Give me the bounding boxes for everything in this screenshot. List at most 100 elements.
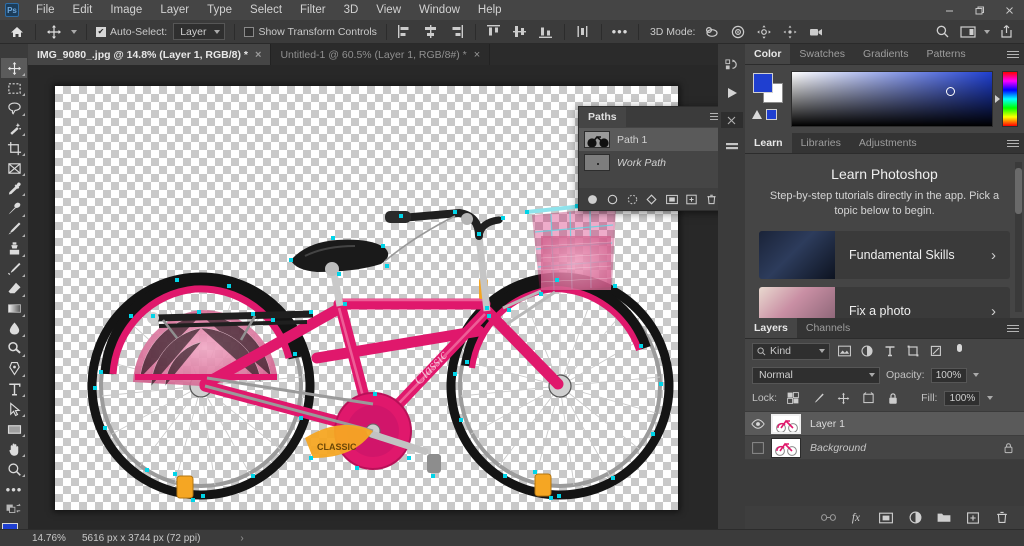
link-layers-icon[interactable] bbox=[820, 510, 836, 526]
color-swatch-group[interactable] bbox=[751, 71, 785, 127]
opacity-value[interactable]: 100% bbox=[930, 367, 967, 383]
align-horizontal-centers-icon[interactable] bbox=[418, 21, 444, 43]
menu-image[interactable]: Image bbox=[101, 0, 151, 20]
menu-file[interactable]: File bbox=[27, 0, 64, 20]
panel-menu-icon[interactable] bbox=[1007, 325, 1019, 334]
filter-type-icon[interactable] bbox=[881, 342, 899, 360]
lock-all-icon[interactable] bbox=[884, 389, 902, 407]
opacity-chevron-icon[interactable] bbox=[972, 373, 979, 377]
properties-icon[interactable] bbox=[722, 138, 742, 156]
adjustment-layer-icon[interactable] bbox=[907, 510, 923, 526]
share-icon[interactable] bbox=[993, 21, 1019, 43]
move-tool[interactable] bbox=[1, 58, 27, 79]
menu-filter[interactable]: Filter bbox=[291, 0, 335, 20]
magic-wand-tool[interactable] bbox=[1, 118, 27, 138]
eraser-tool[interactable] bbox=[1, 279, 27, 299]
workspace-icon[interactable] bbox=[955, 21, 981, 43]
blend-mode-dropdown[interactable]: Normal bbox=[752, 366, 880, 384]
tab-learn[interactable]: Learn bbox=[745, 133, 792, 153]
blur-tool[interactable] bbox=[1, 319, 27, 339]
play-icon[interactable] bbox=[722, 84, 742, 102]
auto-select-checkbox[interactable]: ✔ bbox=[96, 26, 106, 37]
panel-menu-icon[interactable] bbox=[710, 113, 718, 122]
close-icon[interactable]: × bbox=[474, 49, 480, 61]
delete-path-icon[interactable] bbox=[703, 191, 718, 207]
lock-artboard-icon[interactable] bbox=[859, 389, 877, 407]
menu-type[interactable]: Type bbox=[198, 0, 241, 20]
auto-select-target-dropdown[interactable]: Layer bbox=[173, 23, 226, 40]
menu-3d[interactable]: 3D bbox=[335, 0, 368, 20]
edit-toolbar-button[interactable]: ••• bbox=[1, 479, 27, 499]
search-icon[interactable] bbox=[929, 21, 955, 43]
history-icon[interactable] bbox=[722, 56, 742, 74]
layer-mask-icon[interactable] bbox=[878, 510, 894, 526]
tab-adjustments[interactable]: Adjustments bbox=[850, 133, 926, 153]
filter-shape-icon[interactable] bbox=[904, 342, 922, 360]
layer-style-icon[interactable]: fx bbox=[849, 510, 865, 526]
document-tab-active[interactable]: IMG_9080_.jpg @ 14.8% (Layer 1, RGB/8) *… bbox=[28, 44, 272, 65]
minimize-button[interactable] bbox=[934, 0, 964, 20]
layer-visibility-toggle[interactable] bbox=[745, 418, 771, 429]
gamut-alternate-color-swatch[interactable] bbox=[766, 109, 777, 120]
show-transform-group[interactable]: Show Transform Controls bbox=[240, 26, 380, 38]
load-selection-icon[interactable] bbox=[624, 191, 640, 207]
type-tool[interactable] bbox=[1, 379, 27, 399]
lock-image-icon[interactable] bbox=[809, 389, 827, 407]
hand-tool[interactable] bbox=[1, 439, 27, 459]
auto-select-group[interactable]: ✔ Auto-Select: Layer bbox=[92, 23, 229, 40]
path-row[interactable]: Work Path bbox=[579, 151, 718, 174]
home-icon[interactable] bbox=[4, 21, 30, 43]
fill-chevron-icon[interactable] bbox=[987, 396, 994, 400]
layer-name[interactable]: Background bbox=[801, 442, 1003, 454]
zoom-tool[interactable] bbox=[1, 459, 27, 479]
panel-menu-icon[interactable] bbox=[1007, 51, 1019, 60]
out-of-gamut-icon[interactable] bbox=[752, 110, 762, 119]
distribute-icon[interactable] bbox=[570, 21, 596, 43]
canvas-area[interactable]: Classic CLASSIC Paths Path 1 Work Path bbox=[28, 65, 718, 529]
close-icon[interactable]: × bbox=[255, 49, 261, 61]
hue-slider[interactable] bbox=[1002, 71, 1018, 127]
tab-layers[interactable]: Layers bbox=[745, 318, 797, 338]
learn-card-fix-a-photo[interactable]: Fix a photo › bbox=[759, 287, 1010, 318]
align-vertical-centers-icon[interactable] bbox=[507, 21, 533, 43]
quick-mask-toggle[interactable] bbox=[1, 499, 27, 519]
pen-tool[interactable] bbox=[1, 359, 27, 379]
more-options-button[interactable]: ••• bbox=[607, 21, 633, 43]
roll-3d-icon[interactable] bbox=[725, 21, 751, 43]
new-path-icon[interactable] bbox=[683, 191, 699, 207]
lock-position-icon[interactable] bbox=[834, 389, 852, 407]
camera-3d-icon[interactable] bbox=[803, 21, 829, 43]
filter-smart-icon[interactable] bbox=[927, 342, 945, 360]
tool-preset-chevron-icon[interactable] bbox=[67, 21, 81, 43]
crop-tool[interactable] bbox=[1, 138, 27, 158]
menu-layer[interactable]: Layer bbox=[151, 0, 198, 20]
workspace-chevron-icon[interactable] bbox=[981, 21, 993, 43]
paths-panel[interactable]: Paths Path 1 Work Path bbox=[578, 106, 718, 211]
align-left-edges-icon[interactable] bbox=[392, 21, 418, 43]
tab-swatches[interactable]: Swatches bbox=[790, 44, 854, 64]
rectangular-marquee-tool[interactable] bbox=[1, 78, 27, 98]
path-selection-tool[interactable] bbox=[1, 399, 27, 419]
pan-3d-icon[interactable] bbox=[751, 21, 777, 43]
layer-row-layer1[interactable]: Layer 1 bbox=[745, 412, 1024, 436]
brush-tool[interactable] bbox=[1, 219, 27, 239]
menu-edit[interactable]: Edit bbox=[64, 0, 102, 20]
eyedropper-tool[interactable] bbox=[1, 178, 27, 198]
color-picker-handle[interactable] bbox=[946, 86, 955, 96]
frame-tool[interactable] bbox=[1, 158, 27, 178]
color-picker-field[interactable] bbox=[791, 71, 993, 127]
zoom-level[interactable]: 14.76% bbox=[0, 533, 66, 544]
clone-stamp-tool[interactable] bbox=[1, 239, 27, 259]
document-tab-untitled[interactable]: Untitled-1 @ 60.5% (Layer 1, RGB/8#) * × bbox=[271, 44, 491, 65]
path-row[interactable]: Path 1 bbox=[579, 128, 718, 151]
close-button[interactable] bbox=[994, 0, 1024, 20]
tab-gradients[interactable]: Gradients bbox=[854, 44, 918, 64]
new-group-icon[interactable] bbox=[936, 510, 952, 526]
tab-libraries[interactable]: Libraries bbox=[792, 133, 850, 153]
filter-adjustment-icon[interactable] bbox=[858, 342, 876, 360]
fill-value[interactable]: 100% bbox=[944, 390, 981, 406]
learn-card-fundamental-skills[interactable]: Fundamental Skills › bbox=[759, 231, 1010, 279]
filter-pixel-icon[interactable] bbox=[835, 342, 853, 360]
align-bottom-edges-icon[interactable] bbox=[533, 21, 559, 43]
layer-visibility-toggle[interactable] bbox=[745, 441, 771, 454]
